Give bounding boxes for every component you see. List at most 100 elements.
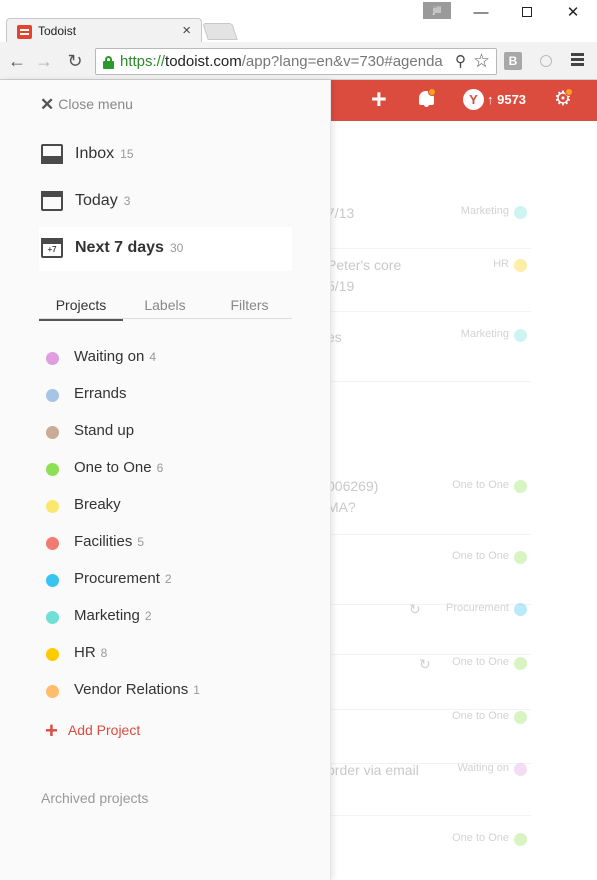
project-color-dot [514,259,527,272]
filter-count: 15 [120,147,134,161]
filter-label: Inbox [75,145,115,162]
zoom-icon[interactable]: ⚲ [455,52,466,70]
notifications-bell-icon[interactable] [418,88,436,108]
task-text: 006269) MA? [327,478,379,515]
task-row[interactable]: 7/13 Marketing [327,179,531,249]
task-text: Peter's core 5/19 [327,257,402,294]
filter-label: Next 7 days [75,239,164,256]
task-project: One to One [452,550,509,562]
project-item[interactable]: Procurement 2 [46,568,286,592]
project-item[interactable]: Waiting on 4 [46,346,286,370]
project-label: One to One [74,459,152,476]
notification-dot [428,88,436,96]
star-icon[interactable]: ☆ [473,50,490,73]
add-project-button[interactable]: + Add Project [45,720,141,743]
new-tab-button[interactable] [202,23,238,40]
tab-title: Todoist [38,24,77,38]
task-row[interactable]: 006269) MA? One to One [327,465,531,535]
archived-projects-link[interactable]: Archived projects [41,790,148,806]
project-label: Procurement [74,570,160,587]
filter-count: 3 [123,194,131,208]
lock-icon [103,56,114,69]
task-project: One to One [452,710,509,722]
filter-label: Today [75,192,118,209]
browser-tab[interactable]: Todoist × [6,18,202,44]
close-icon: ✕ [40,95,55,114]
project-color-dot [514,329,527,342]
close-window-button[interactable]: ✕ [560,3,586,23]
project-count: 2 [164,572,172,586]
project-label: Errands [74,385,127,402]
filter-inbox[interactable]: Inbox 15 [39,133,292,177]
karma-logo-icon: Y [463,89,484,110]
task-project: One to One [452,479,509,491]
project-color-dot [514,763,527,776]
filter-next-7-days[interactable]: +7 Next 7 days 30 [39,227,292,271]
url-text[interactable]: https://todoist.com/app?lang=en&v=730#ag… [120,53,456,70]
project-item[interactable]: Breaky [46,494,286,518]
recurring-icon: ↻ [409,601,421,617]
settings-gear-icon[interactable]: ⚙ [554,88,573,109]
project-label: Facilities [74,533,133,550]
project-color-dot [46,426,59,439]
project-label: Waiting on [74,348,145,365]
tab-labels[interactable]: Labels [123,297,207,319]
project-item[interactable]: Facilities 5 [46,531,286,555]
calendar-today-icon [41,191,63,211]
project-item[interactable]: One to One 6 [46,457,286,481]
close-menu-label: Close menu [58,96,133,112]
project-item[interactable]: Stand up [46,420,286,444]
calendar-week-icon: +7 [41,238,63,258]
project-color-dot [514,480,527,493]
project-count: 6 [156,461,164,475]
task-row[interactable]: order via email Waiting on [327,746,531,816]
karma-score: ↑ 9573 [487,92,527,107]
project-item[interactable]: Errands [46,383,286,407]
project-color-dot [514,206,527,219]
task-text: order via email [327,762,419,778]
sidebar-tabs: Projects Labels Filters [39,295,292,321]
hamburger-menu-icon[interactable] [571,53,584,67]
task-row[interactable]: Peter's core 5/19 HR [327,242,531,312]
project-color-dot [514,603,527,616]
reload-icon[interactable]: ↻ [64,50,86,72]
recurring-icon: ↻ [419,656,431,672]
project-count: 4 [149,350,156,364]
filter-count: 30 [169,241,184,255]
quick-add-button[interactable]: + [371,86,387,113]
project-label: Stand up [74,422,135,439]
task-project: Marketing [460,328,509,340]
tab-filters[interactable]: Filters [207,297,292,319]
project-color-dot [514,833,527,846]
profile-badge[interactable]: jill [423,2,451,19]
sidebar: ✕ Close menu Inbox 15 Today 3 +7 Next 7 day… [0,80,331,880]
project-color-dot [46,611,59,624]
close-menu-button[interactable]: ✕ Close menu [40,95,133,115]
settings-notification-dot [565,88,573,96]
add-project-label: Add Project [67,722,141,738]
inbox-icon [41,144,63,164]
browser-titlebar: Todoist × jill — ✕ [0,0,597,44]
project-color-dot [46,574,59,587]
project-color-dot [46,352,59,365]
project-item[interactable]: HR 8 [46,642,286,666]
tab-close-icon[interactable]: × [182,22,191,39]
forward-arrow-icon[interactable]: → [33,50,55,72]
task-text: 7/13 [327,205,355,221]
extension-icon[interactable]: B [504,52,522,70]
project-item[interactable]: Vendor Relations 1 [46,679,286,703]
address-bar[interactable]: https://todoist.com/app?lang=en&v=730#ag… [95,48,497,75]
extension-circle-icon[interactable] [540,55,552,67]
project-item[interactable]: Marketing 2 [46,605,286,629]
filter-today[interactable]: Today 3 [39,180,292,224]
tab-projects[interactable]: Projects [39,297,123,321]
task-row[interactable]: One to One [331,816,531,880]
task-row[interactable]: es Marketing [327,312,531,382]
task-project: HR [493,258,509,270]
project-color-dot [46,537,59,550]
project-color-dot [514,657,527,670]
maximize-button[interactable] [514,3,540,23]
back-arrow-icon[interactable]: ← [6,50,28,72]
minimize-button[interactable]: — [468,3,494,23]
task-project: Marketing [460,205,509,217]
